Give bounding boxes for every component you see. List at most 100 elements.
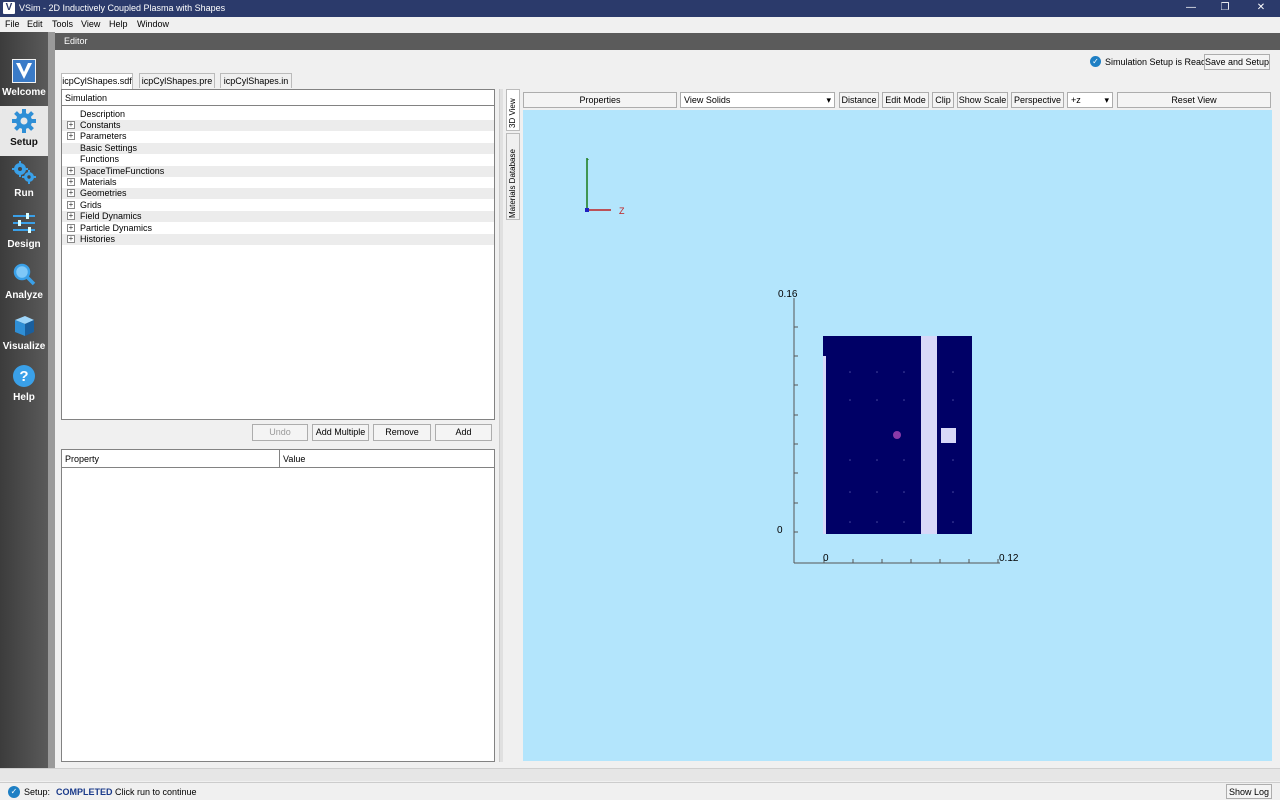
sidebar-item-label: Design [7, 239, 41, 250]
expand-icon[interactable]: + [67, 212, 75, 220]
properties-button[interactable]: Properties [523, 92, 677, 108]
tree-item-label: Particle Dynamics [80, 223, 153, 233]
svg-text:?: ? [19, 368, 28, 385]
sidebar-item-run[interactable]: Run [0, 157, 48, 207]
restore-button[interactable]: ❐ [1210, 1, 1240, 15]
tree-item-label: Grids [80, 200, 102, 210]
tab-label: 3D View [508, 98, 517, 128]
add-button[interactable]: Add [435, 424, 492, 441]
tree-item-label: Materials [80, 177, 117, 187]
status-state: COMPLETED [56, 787, 113, 797]
tree-item-spacetimefunctions[interactable]: + SpaceTimeFunctions [62, 166, 494, 177]
distance-button[interactable]: Distance [839, 92, 879, 108]
axis-boundary-strip[interactable] [823, 356, 826, 534]
check-icon: ✓ [1090, 56, 1101, 67]
chevron-down-icon: ▾ [826, 95, 831, 105]
sidebar-item-design[interactable]: Design [0, 208, 48, 258]
view-mode-select[interactable]: View Solids ▾ [680, 92, 835, 108]
tree-item-description[interactable]: Description [62, 109, 494, 120]
sidebar-splitter[interactable] [48, 32, 55, 768]
axis-origin [585, 208, 589, 212]
tree-item-label: Field Dynamics [80, 211, 142, 221]
tree-item-label: Constants [80, 120, 121, 130]
save-and-setup-button[interactable]: Save and Setup [1204, 54, 1270, 70]
add-multiple-button[interactable]: Add Multiple [312, 424, 369, 441]
tick-x-left: 0 [823, 553, 829, 564]
tab-sdf[interactable]: icpCylShapes.sdf [61, 73, 133, 89]
window-title: VSim - 2D Inductively Coupled Plasma wit… [19, 3, 226, 13]
3d-viewport[interactable]: r Z 0.16 0 0 0.12 [523, 110, 1272, 761]
menu-help[interactable]: Help [109, 19, 128, 29]
menu-view[interactable]: View [81, 19, 100, 29]
tree-item-label: SpaceTimeFunctions [80, 166, 165, 176]
sidebar-item-welcome[interactable]: Welcome [0, 56, 48, 106]
sidebar-item-label: Setup [10, 137, 38, 148]
setup-status-text: Simulation Setup is Ready [1105, 57, 1211, 67]
cube-icon [15, 316, 34, 336]
menu-tools[interactable]: Tools [52, 19, 73, 29]
z-axis-label: Z [619, 206, 625, 216]
expand-icon[interactable]: + [67, 167, 75, 175]
minimize-button[interactable]: — [1176, 1, 1206, 15]
sidebar: Welcome Setup Run Design Analyze Visuali… [0, 32, 48, 768]
menu-window[interactable]: Window [137, 19, 169, 29]
expand-icon[interactable]: + [67, 235, 75, 243]
clip-button[interactable]: Clip [932, 92, 954, 108]
view-mode-value: View Solids [684, 95, 731, 105]
axis-select[interactable]: +z ▾ [1067, 92, 1113, 108]
tab-3d-view[interactable]: 3D View [506, 89, 520, 131]
expand-icon[interactable]: + [67, 132, 75, 140]
particle-source[interactable] [893, 431, 901, 439]
sidebar-item-label: Welcome [2, 87, 46, 98]
panel-splitter[interactable] [499, 89, 503, 762]
show-scale-button[interactable]: Show Scale [957, 92, 1008, 108]
tree-item-label: Description [80, 109, 126, 119]
remove-button[interactable]: Remove [373, 424, 431, 441]
menu-file[interactable]: File [5, 19, 20, 29]
tree-item-functions[interactable]: Functions [62, 154, 494, 165]
tree-item-particle-dynamics[interactable]: + Particle Dynamics [62, 223, 494, 234]
property-column-header[interactable]: Property [62, 450, 280, 468]
tree-item-materials[interactable]: + Materials [62, 177, 494, 188]
undo-button[interactable]: Undo [252, 424, 308, 441]
tick-y-bottom: 0 [777, 525, 783, 536]
tree-item-basic-settings[interactable]: Basic Settings [62, 143, 494, 154]
tree-item-geometries[interactable]: + Geometries [62, 188, 494, 199]
gears-icon [12, 161, 36, 184]
tree-item-parameters[interactable]: + Parameters [62, 131, 494, 142]
menu-edit[interactable]: Edit [27, 19, 43, 29]
tick-x-right: 0.12 [999, 553, 1019, 564]
tree-item-field-dynamics[interactable]: + Field Dynamics [62, 211, 494, 222]
sidebar-item-analyze[interactable]: Analyze [0, 259, 48, 309]
tree-item-constants[interactable]: + Constants [62, 120, 494, 131]
tab-materials-database[interactable]: Materials Database [506, 133, 520, 220]
expand-icon[interactable]: + [67, 224, 75, 232]
tab-label: Materials Database [508, 149, 517, 218]
expand-icon[interactable]: + [67, 121, 75, 129]
sidebar-item-help[interactable]: ? Help [0, 361, 48, 411]
bottom-scroll-area [0, 768, 1280, 781]
tree-item-histories[interactable]: + Histories [62, 234, 494, 245]
show-log-button[interactable]: Show Log [1226, 784, 1272, 799]
menu-bar: File Edit Tools View Help Window [0, 17, 1280, 32]
viewport-canvas: r Z 0.16 0 0 0.12 [585, 156, 1019, 564]
vsim-logo-icon [12, 59, 36, 83]
perspective-button[interactable]: Perspective [1011, 92, 1064, 108]
reset-view-button[interactable]: Reset View [1117, 92, 1271, 108]
editor-header: Editor [55, 33, 1280, 50]
tab-pre[interactable]: icpCylShapes.pre [139, 73, 215, 88]
expand-icon[interactable]: + [67, 201, 75, 209]
expand-icon[interactable]: + [67, 189, 75, 197]
tree-item-grids[interactable]: + Grids [62, 200, 494, 211]
expand-icon[interactable]: + [67, 178, 75, 186]
dielectric-strip[interactable] [921, 336, 937, 534]
coil-block[interactable] [941, 428, 956, 443]
value-column-header[interactable]: Value [280, 450, 494, 468]
sidebar-item-visualize[interactable]: Visualize [0, 310, 48, 360]
edit-mode-button[interactable]: Edit Mode [882, 92, 929, 108]
sidebar-item-setup[interactable]: Setup [0, 106, 48, 156]
r-axis-label: r [586, 156, 589, 166]
tab-in[interactable]: icpCylShapes.in [220, 73, 292, 88]
tree-header: Simulation [62, 90, 494, 106]
close-button[interactable]: ✕ [1246, 1, 1276, 15]
